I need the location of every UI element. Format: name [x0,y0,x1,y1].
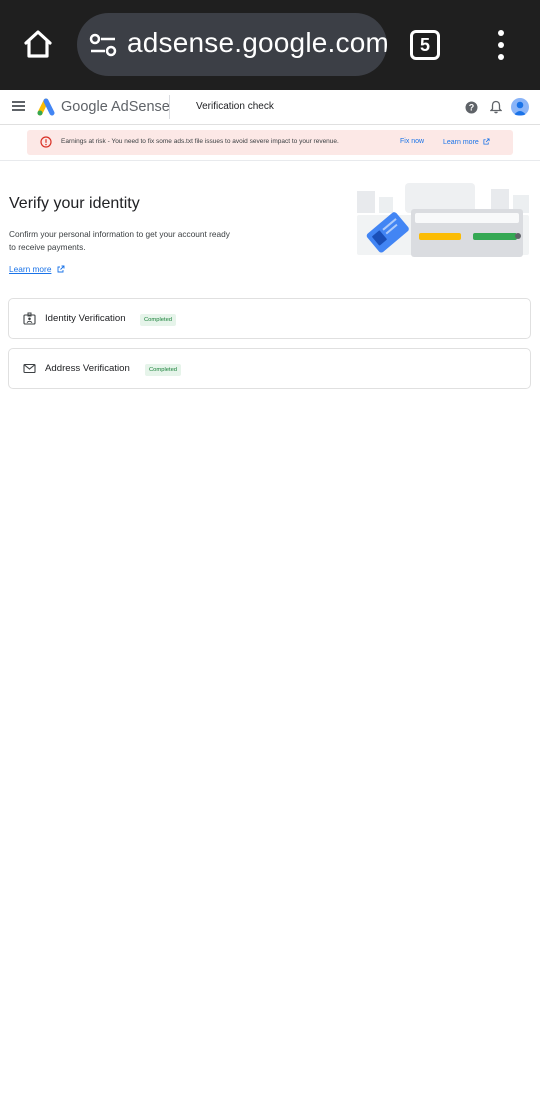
help-icon[interactable]: ? [465,101,478,114]
mail-icon [23,363,36,374]
home-icon[interactable] [18,24,58,64]
menu-icon[interactable] [12,101,25,111]
notifications-icon[interactable] [490,100,502,114]
tabs-icon[interactable]: 5 [410,30,440,60]
address-verification-label: Address Verification [45,363,130,374]
status-badge: Completed [140,314,177,326]
more-vert-icon[interactable] [492,28,510,62]
svg-text:?: ? [469,103,475,113]
address-bar[interactable]: adsense.google.com/ [77,13,387,76]
url-text[interactable]: adsense.google.com/ [127,27,387,59]
hero-learn-more-link[interactable]: Learn more [9,264,51,274]
status-badge: Completed [145,364,182,376]
identity-verification-card[interactable]: Identity Verification Completed [8,298,531,339]
tune-icon[interactable] [89,33,117,57]
adsense-logo [37,98,55,116]
address-verification-card[interactable]: Address Verification Completed [8,348,531,389]
app-header: Google AdSense Verification check ? [0,90,540,125]
open-in-new-icon [483,138,490,145]
identity-verification-label: Identity Verification [45,313,126,324]
earnings-alert: Earnings at risk - You need to fix some … [27,130,513,155]
verification-illustration [357,183,529,257]
brand-name[interactable]: Google AdSense [61,99,170,115]
badge-id-icon [23,312,36,325]
header-divider [169,95,170,119]
fix-now-link[interactable]: Fix now [400,138,424,145]
hero-description: Confirm your personal information to get… [9,229,230,252]
tab-count: 5 [419,34,430,55]
error-icon [40,136,52,148]
open-in-new-icon[interactable] [57,265,65,273]
hero-title: Verify your identity [9,195,140,212]
alert-message: Earnings at risk - You need to fix some … [61,138,339,145]
alert-learn-more-label: Learn more [443,139,479,146]
avatar[interactable] [511,98,529,116]
browser-toolbar: adsense.google.com/ 5 [0,0,540,90]
alert-learn-more-link[interactable]: Learn more [443,138,490,146]
page-title: Verification check [196,101,274,112]
content-divider [0,160,540,161]
